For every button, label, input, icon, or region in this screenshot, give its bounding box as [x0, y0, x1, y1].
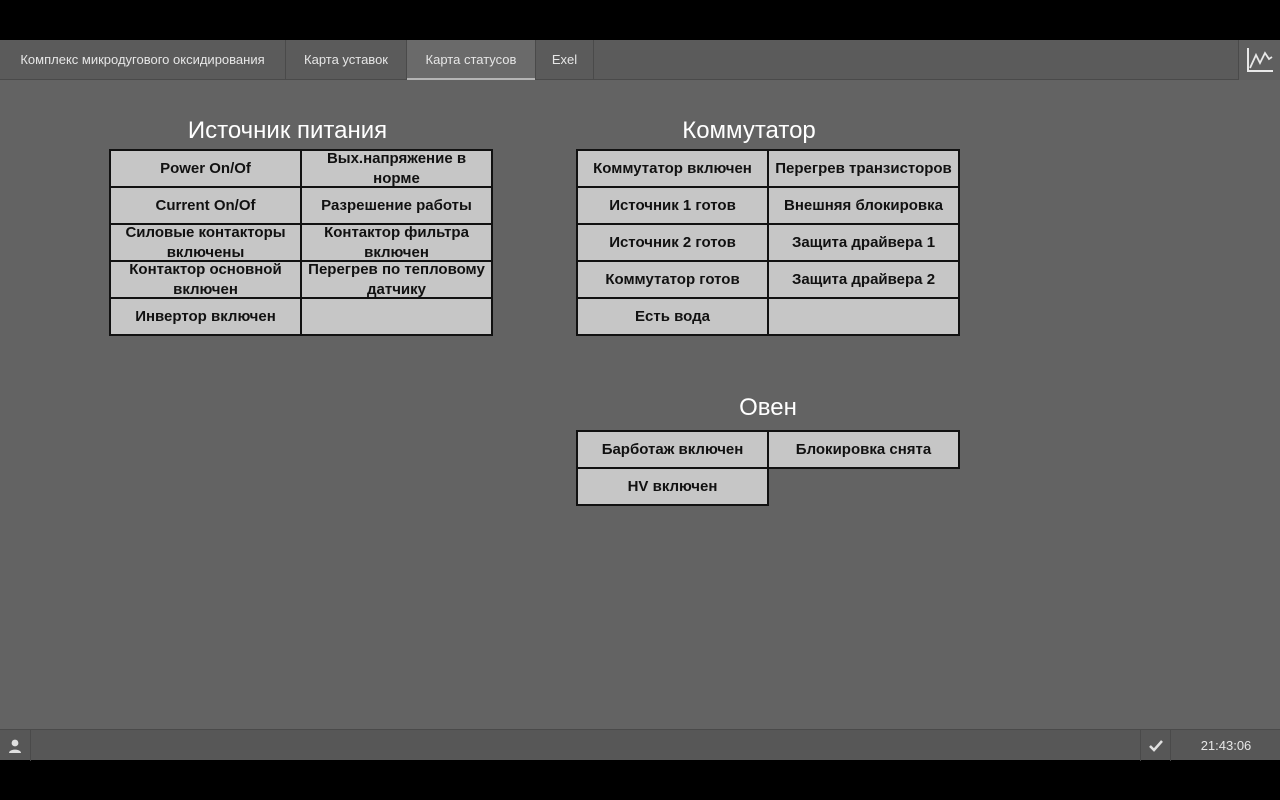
trend-button[interactable] — [1238, 40, 1280, 80]
clock: 21:43:06 — [1200, 738, 1252, 753]
status-cell-main-contactor-on[interactable]: Контактор основной включен — [109, 260, 302, 299]
status-cell-hv-on[interactable]: HV включен — [576, 467, 769, 506]
status-cell-driver1-protection[interactable]: Защита драйвера 1 — [767, 223, 960, 262]
status-cell-empty — [300, 297, 493, 336]
status-cell-external-lock[interactable]: Внешняя блокировка — [767, 186, 960, 225]
commutator-title: Коммутатор — [682, 117, 816, 144]
status-cell-power-onoff[interactable]: Power On/Of — [109, 149, 302, 188]
status-cell-filter-contactor-on[interactable]: Контактор фильтра включен — [300, 223, 493, 262]
user-icon — [9, 739, 21, 753]
tab-status-map[interactable]: Карта статусов — [407, 40, 536, 80]
status-cell-operation-enabled[interactable]: Разрешение работы — [300, 186, 493, 225]
status-cell-water-present[interactable]: Есть вода — [576, 297, 769, 336]
status-cell-driver2-protection[interactable]: Защита драйвера 2 — [767, 260, 960, 299]
status-cell-commutator-on[interactable]: Коммутатор включен — [576, 149, 769, 188]
status-cell-source1-ready[interactable]: Источник 1 готов — [576, 186, 769, 225]
tab-complex[interactable]: Комплекс микродугового оксидирования — [0, 40, 286, 80]
status-cell-commutator-ready[interactable]: Коммутатор готов — [576, 260, 769, 299]
checkmark-icon — [1148, 739, 1163, 752]
acknowledge-button[interactable] — [1140, 730, 1171, 761]
trend-chart-icon — [1246, 48, 1273, 72]
oven-title: Овен — [739, 394, 797, 421]
status-cell-inverter-on[interactable]: Инвертор включен — [109, 297, 302, 336]
status-cell-thermal-overheat[interactable]: Перегрев по тепловому датчику — [300, 260, 493, 299]
status-cell-transistor-overheat[interactable]: Перегрев транзисторов — [767, 149, 960, 188]
tab-bar: Комплекс микродугового оксидирования Кар… — [0, 40, 1280, 80]
tab-setpoints[interactable]: Карта уставок — [286, 40, 407, 80]
status-cell-bubbling-on[interactable]: Барботаж включен — [576, 430, 769, 469]
status-cell-empty — [767, 297, 960, 336]
status-cell-current-onoff[interactable]: Current On/Of — [109, 186, 302, 225]
status-cell-power-contactors-on[interactable]: Силовые контакторы включены — [109, 223, 302, 262]
tab-exel[interactable]: Exel — [536, 40, 594, 80]
user-button[interactable] — [0, 730, 31, 761]
status-cell-source2-ready[interactable]: Источник 2 готов — [576, 223, 769, 262]
status-cell-lock-released[interactable]: Блокировка снята — [767, 430, 960, 469]
status-bar: 21:43:06 — [0, 729, 1280, 761]
power-source-title: Источник питания — [187, 117, 388, 144]
hmi-screen: Комплекс микродугового оксидирования Кар… — [0, 40, 1280, 761]
status-cell-output-voltage-ok[interactable]: Вых.напряжение в норме — [300, 149, 493, 188]
